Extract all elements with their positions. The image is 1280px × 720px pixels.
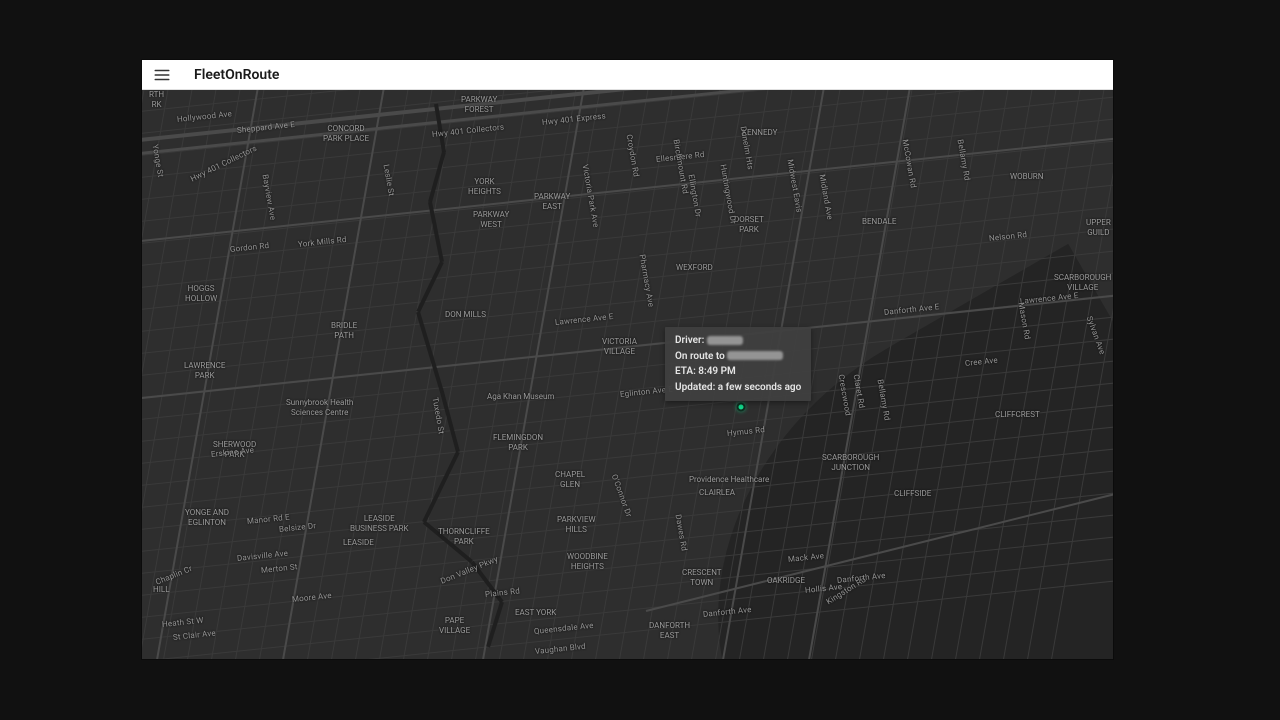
menu-button[interactable]	[148, 61, 176, 89]
app-window: FleetOnRoute RTH RKCONCORD PARK PLACEPAR…	[142, 60, 1113, 659]
tooltip-updated-label: Updated:	[675, 382, 715, 393]
tooltip-updated-value: a few seconds ago	[718, 382, 802, 393]
tooltip-route-label: On route to	[675, 351, 725, 362]
tooltip-eta-label: ETA:	[675, 366, 696, 377]
tooltip-driver-label: Driver:	[675, 335, 704, 346]
tooltip-route-line: On route to	[675, 349, 801, 365]
hamburger-icon	[153, 66, 171, 84]
tooltip-driver-line: Driver:	[675, 333, 801, 349]
vehicle-tooltip: Driver: On route to ETA: 8:49 PM Updated…	[665, 327, 811, 401]
road-grid	[142, 90, 1113, 659]
tooltip-route-redacted	[727, 351, 783, 360]
tooltip-eta-line: ETA: 8:49 PM	[675, 364, 801, 380]
vehicle-marker[interactable]	[737, 403, 746, 412]
app-header: FleetOnRoute	[142, 60, 1113, 90]
tooltip-eta-value: 8:49 PM	[698, 366, 736, 377]
tooltip-updated-line: Updated: a few seconds ago	[675, 380, 801, 396]
map-canvas[interactable]: RTH RKCONCORD PARK PLACEPARKWAY FORESTKE…	[142, 90, 1113, 659]
app-title: FleetOnRoute	[194, 67, 279, 83]
tooltip-driver-redacted	[707, 336, 743, 345]
